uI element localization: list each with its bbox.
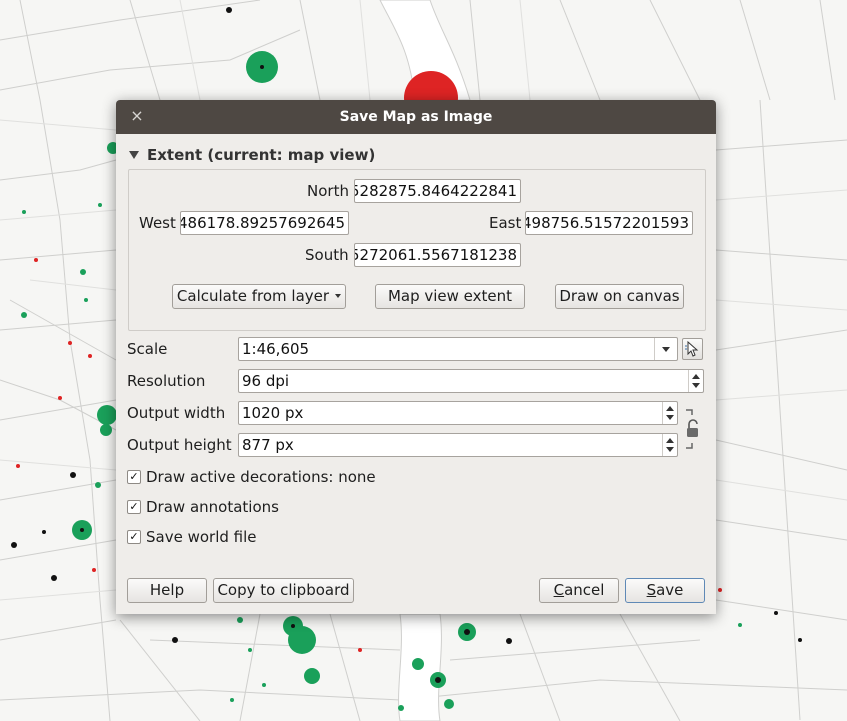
save-world-file-label: Save world file xyxy=(146,528,257,546)
extent-group-title: Extent (current: map view) xyxy=(147,146,376,164)
scale-label: Scale xyxy=(127,340,168,358)
cancel-button[interactable]: Cancel xyxy=(539,578,619,603)
output-height-label: Output height xyxy=(127,436,232,454)
save-mnemonic: S xyxy=(646,581,657,599)
save-label: ave xyxy=(656,581,684,599)
resolution-value: 96 dpi xyxy=(242,372,290,390)
save-map-image-dialog: × Save Map as Image Extent (current: map… xyxy=(116,100,716,614)
west-label: West xyxy=(139,214,176,232)
calculate-from-layer-button[interactable]: Calculate from layer xyxy=(172,284,346,309)
calculate-from-layer-label: Calculate from layer xyxy=(176,287,330,305)
west-input[interactable]: 486178.89257692645 xyxy=(180,211,349,235)
east-label: East xyxy=(489,214,522,232)
scale-picker-button[interactable] xyxy=(682,338,703,360)
spin-arrows-icon[interactable] xyxy=(688,370,703,392)
map-view-extent-button[interactable]: Map view extent xyxy=(375,284,525,309)
draw-annotations-label: Draw annotations xyxy=(146,498,279,516)
output-height-value: 877 px xyxy=(242,436,294,454)
help-button[interactable]: Help xyxy=(127,578,207,603)
extent-group-header[interactable]: Extent (current: map view) xyxy=(129,146,375,164)
spin-arrows-icon[interactable] xyxy=(662,402,677,424)
lock-icon[interactable] xyxy=(682,406,700,452)
dialog-title: Save Map as Image xyxy=(339,109,493,125)
draw-decorations-checkbox[interactable]: ✓ xyxy=(127,470,141,484)
north-label: North xyxy=(307,182,349,200)
spin-arrows-icon[interactable] xyxy=(662,434,677,456)
save-world-file-checkbox[interactable]: ✓ xyxy=(127,530,141,544)
save-button[interactable]: Save xyxy=(625,578,705,603)
resolution-spinbox[interactable]: 96 dpi xyxy=(238,369,704,393)
triangle-down-icon[interactable] xyxy=(129,151,139,159)
dialog-titlebar[interactable]: × Save Map as Image xyxy=(116,100,716,134)
south-label: South xyxy=(305,246,349,264)
chevron-down-icon[interactable] xyxy=(654,338,677,360)
resolution-label: Resolution xyxy=(127,372,206,390)
cursor-icon xyxy=(685,340,699,357)
cancel-mnemonic: C xyxy=(553,581,565,599)
draw-on-canvas-button[interactable]: Draw on canvas xyxy=(555,284,684,309)
output-height-spinbox[interactable]: 877 px xyxy=(238,433,678,457)
output-width-spinbox[interactable]: 1020 px xyxy=(238,401,678,425)
draw-annotations-checkbox[interactable]: ✓ xyxy=(127,500,141,514)
scale-value: 1:46,605 xyxy=(242,340,310,358)
south-input[interactable]: 5272061.5567181238 xyxy=(354,243,521,267)
east-input[interactable]: 498756.51572201593 xyxy=(525,211,693,235)
north-input[interactable]: 5282875.8464222841 xyxy=(354,179,521,203)
output-width-label: Output width xyxy=(127,404,226,422)
dropdown-caret-icon xyxy=(335,294,342,298)
cancel-label: ancel xyxy=(564,581,605,599)
scale-combobox[interactable]: 1:46,605 xyxy=(238,337,678,361)
copy-to-clipboard-button[interactable]: Copy to clipboard xyxy=(213,578,354,603)
output-width-value: 1020 px xyxy=(242,404,304,422)
draw-decorations-label: Draw active decorations: none xyxy=(146,468,376,486)
